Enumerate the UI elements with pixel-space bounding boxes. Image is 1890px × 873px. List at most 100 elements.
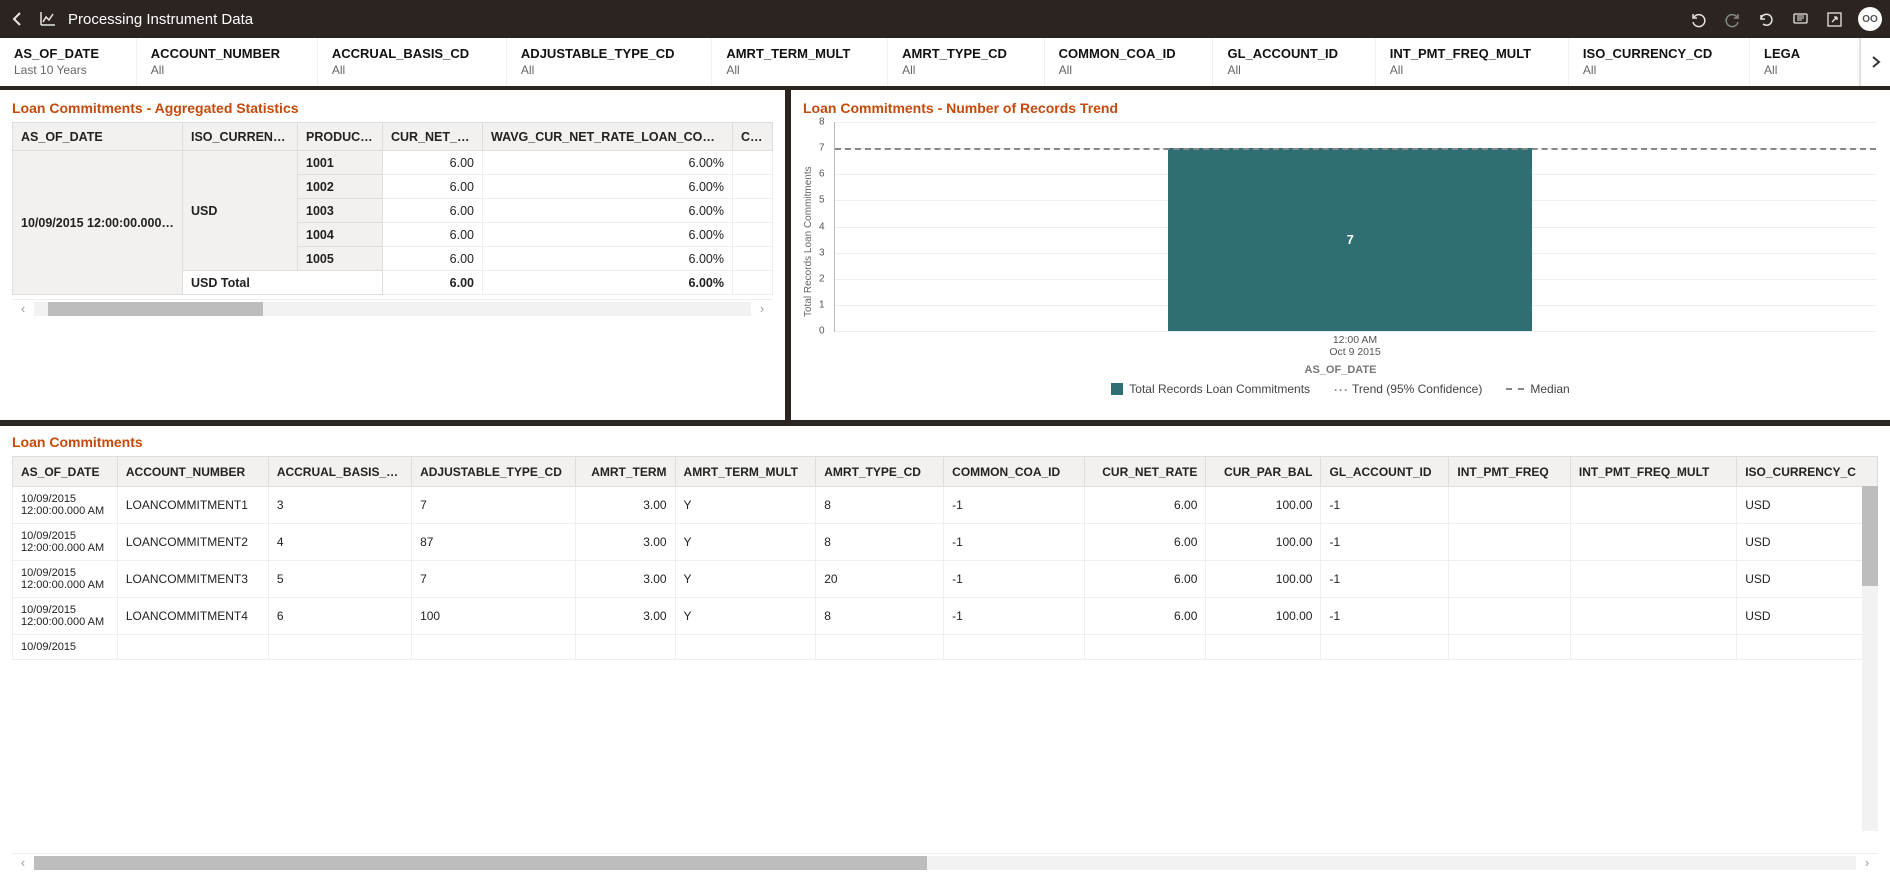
agg-cell-rate: 6.00 — [383, 199, 483, 223]
detail-col-header[interactable]: AS_OF_DATE — [13, 457, 118, 487]
filter-accrual_basis_cd[interactable]: ACCRUAL_BASIS_CD All — [318, 38, 507, 86]
agg-col-header[interactable]: CUR — [733, 123, 773, 151]
detail-cell: Y — [675, 598, 816, 635]
undo-icon[interactable] — [1688, 9, 1708, 29]
detail-col-header[interactable]: AMRT_TYPE_CD — [816, 457, 944, 487]
detail-cell — [575, 635, 675, 660]
legend-trend: Trend (95% Confidence) — [1352, 382, 1482, 396]
detail-cell: USD — [1737, 524, 1878, 561]
detail-cell — [816, 635, 944, 660]
detail-col-header[interactable]: CUR_NET_RATE — [1084, 457, 1206, 487]
detail-cell — [1570, 598, 1736, 635]
detail-cell — [1449, 635, 1571, 660]
hscroll-left-icon[interactable]: ‹ — [12, 301, 34, 316]
detail-cell: Y — [675, 524, 816, 561]
detail-cell: 10/09/2015 12:00:00.000 AM — [13, 598, 118, 635]
detail-col-header[interactable]: ACCOUNT_NUMBER — [117, 457, 268, 487]
chart-ylabel: Total Records Loan Commitments — [803, 122, 814, 362]
filter-bar: AS_OF_DATELast 10 YearsACCOUNT_NUMBERAll… — [0, 38, 1890, 90]
agg-subtotal-label: USD Total — [183, 271, 383, 295]
hscroll-left-icon[interactable]: ‹ — [12, 855, 34, 870]
detail-col-header[interactable]: INT_PMT_FREQ_MULT — [1570, 457, 1736, 487]
agg-row[interactable]: 10/09/2015 12:00:00.000 AMUSD10016.006.0… — [13, 151, 773, 175]
expand-icon[interactable] — [1824, 9, 1844, 29]
filter-common_coa_id[interactable]: COMMON_COA_IDAll — [1045, 38, 1214, 86]
agg-cell-wavg: 6.00% — [483, 151, 733, 175]
agg-col-header[interactable]: ISO_CURRENCY_CD — [183, 123, 298, 151]
chart-icon — [38, 9, 58, 29]
agg-stats-title: Loan Commitments - Aggregated Statistics — [12, 100, 773, 116]
detail-cell: -1 — [944, 561, 1085, 598]
detail-row[interactable]: 10/09/2015 12:00:00.000 AMLOANCOMMITMENT… — [13, 524, 1878, 561]
detail-cell: -1 — [1321, 598, 1449, 635]
filter-amrt_term_mult[interactable]: AMRT_TERM_MULTAll — [712, 38, 888, 86]
filter-value: All — [332, 63, 492, 77]
detail-col-header[interactable]: GL_ACCOUNT_ID — [1321, 457, 1449, 487]
detail-title: Loan Commitments — [12, 434, 1878, 450]
filter-lega[interactable]: LEGAAll — [1750, 38, 1860, 86]
filter-label: ACCRUAL_BASIS_CD — [332, 46, 492, 61]
detail-row[interactable]: 10/09/2015 12:00:00.000 AMLOANCOMMITMENT… — [13, 487, 1878, 524]
chart-ytick: 2 — [819, 273, 825, 284]
detail-col-header[interactable]: ADJUSTABLE_TYPE_CD — [412, 457, 576, 487]
detail-cell: 4 — [268, 524, 411, 561]
agg-cell-rate: 6.00 — [383, 151, 483, 175]
redo-icon[interactable] — [1722, 9, 1742, 29]
detail-cell — [1084, 635, 1206, 660]
filter-adjustable_type_cd[interactable]: ADJUSTABLE_TYPE_CDAll — [507, 38, 712, 86]
back-button[interactable] — [8, 9, 28, 29]
agg-col-header[interactable]: AS_OF_DATE — [13, 123, 183, 151]
chart-bar[interactable]: 7 — [1168, 148, 1532, 331]
detail-col-header[interactable]: ACCRUAL_BASIS_CD — [268, 457, 411, 487]
detail-col-header[interactable]: CUR_PAR_BAL — [1206, 457, 1321, 487]
filter-as_of_date[interactable]: AS_OF_DATELast 10 Years — [0, 38, 137, 86]
filter-iso_currency_cd[interactable]: ISO_CURRENCY_CDAll — [1569, 38, 1750, 86]
detail-col-header[interactable]: COMMON_COA_ID — [944, 457, 1085, 487]
agg-cell-wavg: 6.00% — [483, 223, 733, 247]
legend-swatch-dash-icon — [1506, 388, 1524, 390]
filter-scroll-right[interactable] — [1860, 38, 1890, 86]
detail-row[interactable]: 10/09/2015 12:00:00.000 AMLOANCOMMITMENT… — [13, 561, 1878, 598]
detail-vscroll[interactable] — [1862, 486, 1878, 831]
detail-col-header[interactable]: AMRT_TERM_MULT — [675, 457, 816, 487]
agg-hscroll[interactable]: ‹ › — [12, 299, 773, 317]
agg-cell-wavg: 6.00% — [483, 175, 733, 199]
detail-cell: 8 — [816, 487, 944, 524]
refresh-icon[interactable] — [1756, 9, 1776, 29]
agg-col-header[interactable]: WAVG_CUR_NET_RATE_LOAN_COMMITMENTS — [483, 123, 733, 151]
comment-icon[interactable] — [1790, 9, 1810, 29]
page-title: Processing Instrument Data — [68, 11, 253, 28]
detail-row[interactable]: 10/09/2015 — [13, 635, 1878, 660]
filter-gl_account_id[interactable]: GL_ACCOUNT_IDAll — [1213, 38, 1375, 86]
legend-swatch-dots-icon — [1334, 383, 1346, 395]
agg-col-header[interactable]: CUR_NET_RATE — [383, 123, 483, 151]
hscroll-right-icon[interactable]: › — [751, 301, 773, 316]
detail-cell: USD — [1737, 598, 1878, 635]
chart-ytick: 6 — [819, 169, 825, 180]
detail-hscroll[interactable]: ‹ › — [12, 853, 1878, 871]
detail-cell — [1737, 635, 1878, 660]
legend-series: Total Records Loan Commitments — [1129, 382, 1310, 396]
filter-amrt_type_cd[interactable]: AMRT_TYPE_CDAll — [888, 38, 1045, 86]
detail-cell: 10/09/2015 — [13, 635, 118, 660]
filter-value: All — [1583, 63, 1735, 77]
filter-int_pmt_freq_mult[interactable]: INT_PMT_FREQ_MULTAll — [1376, 38, 1569, 86]
agg-cell-wavg: 6.00% — [483, 199, 733, 223]
detail-row[interactable]: 10/09/2015 12:00:00.000 AMLOANCOMMITMENT… — [13, 598, 1878, 635]
agg-cell-product: 1004 — [298, 223, 383, 247]
filter-account_number[interactable]: ACCOUNT_NUMBERAll — [137, 38, 318, 86]
user-avatar[interactable]: OO — [1858, 7, 1882, 31]
detail-cell: 7 — [412, 487, 576, 524]
detail-col-header[interactable]: INT_PMT_FREQ — [1449, 457, 1571, 487]
agg-col-header[interactable]: PRODUCT_ID — [298, 123, 383, 151]
detail-cell: 10/09/2015 12:00:00.000 AM — [13, 561, 118, 598]
chart-ytick: 0 — [819, 326, 825, 337]
records-trend-title: Loan Commitments - Number of Records Tre… — [803, 100, 1878, 116]
filter-value: Last 10 Years — [14, 63, 122, 77]
hscroll-right-icon[interactable]: › — [1856, 855, 1878, 870]
detail-col-header[interactable]: ISO_CURRENCY_C — [1737, 457, 1878, 487]
detail-col-header[interactable]: AMRT_TERM — [575, 457, 675, 487]
detail-cell: 3.00 — [575, 487, 675, 524]
filter-value: All — [1227, 63, 1360, 77]
app-titlebar: Processing Instrument Data OO — [0, 0, 1890, 38]
